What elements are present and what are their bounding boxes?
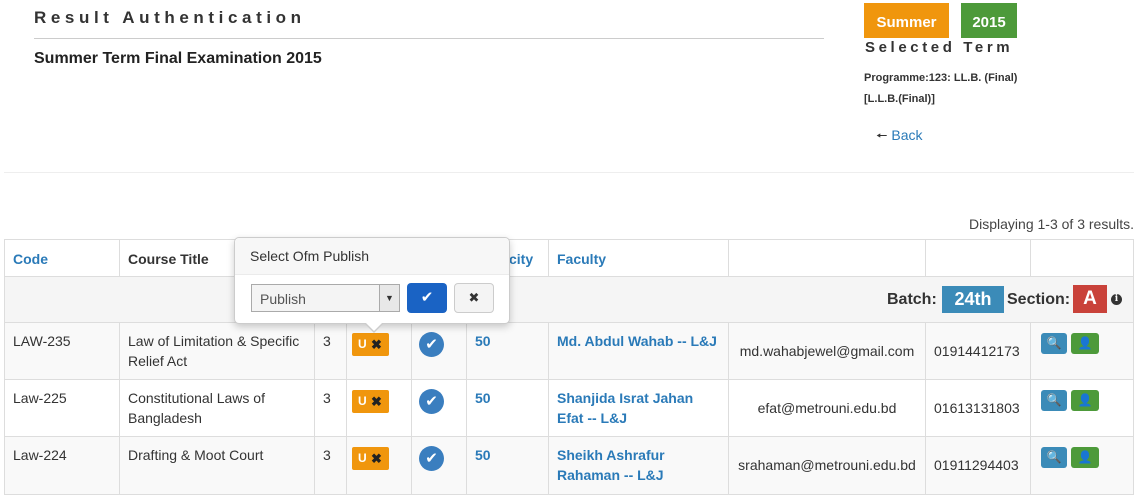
section-divider [4, 172, 1134, 173]
view-faculty-button[interactable]: 👤 [1071, 333, 1099, 354]
title-divider [34, 38, 824, 39]
faculty-link[interactable]: Sheikh Ashrafur Rahaman -- L&J [549, 437, 729, 494]
section-label: Section: [1007, 291, 1071, 308]
user-icon: 👤 [1077, 393, 1093, 407]
search-icon: 🔍 [1046, 450, 1062, 464]
column-header-code[interactable]: Code [5, 240, 120, 277]
check-icon[interactable]: ✔ [419, 389, 444, 414]
unpublished-status-button[interactable]: U ✖ [352, 447, 389, 470]
cancel-publish-button[interactable]: ✖ [454, 283, 494, 313]
faculty-email: srahaman@metrouni.edu.bd [729, 437, 926, 494]
faculty-phone: 01914412173 [926, 323, 1031, 380]
view-faculty-button[interactable]: 👤 [1071, 390, 1099, 411]
close-icon: ✖ [371, 451, 382, 466]
close-icon: ✖ [371, 394, 382, 409]
status-letter: U [358, 394, 367, 408]
table-row: LAW-235 Law of Limitation & Specific Rel… [5, 323, 1133, 380]
column-header-actions [1031, 240, 1133, 277]
results-summary: Displaying 1-3 of 3 results. [969, 216, 1134, 232]
unpublished-status-button[interactable]: U ✖ [352, 390, 389, 413]
popover-arrow-inner [365, 322, 383, 331]
course-capacity: 50 [467, 323, 549, 380]
close-icon: ✖ [468, 290, 480, 305]
close-icon: ✖ [371, 337, 382, 352]
faculty-phone: 01613131803 [926, 380, 1031, 437]
check-icon: ✔ [420, 289, 434, 306]
column-header-email [729, 240, 926, 277]
popover-title: Select Ofm Publish [235, 238, 509, 275]
info-icon[interactable]: i [1111, 294, 1122, 305]
user-icon: 👤 [1077, 450, 1093, 464]
check-icon[interactable]: ✔ [419, 446, 444, 471]
faculty-email: md.wahabjewel@gmail.com [729, 323, 926, 380]
publish-select-value: Publish [260, 291, 306, 307]
column-header-faculty[interactable]: Faculty [549, 240, 729, 277]
programme-info: Programme:123: LL.B. (Final) [L.L.B.(Fin… [864, 68, 1054, 110]
column-header-phone [926, 240, 1031, 277]
course-capacity: 50 [467, 380, 549, 437]
view-details-button[interactable]: 🔍 [1041, 390, 1067, 411]
programme-line: Programme:123: LL.B. (Final) [864, 72, 1018, 84]
course-title: Constitutional Laws of Bangladesh [120, 380, 315, 437]
publish-select[interactable]: Publish ▼ [251, 284, 400, 312]
filter-row: Batch: 24th Section: A i [5, 277, 1133, 323]
unpublished-status-button[interactable]: U ✖ [352, 333, 389, 356]
status-letter: U [358, 451, 367, 465]
user-icon: 👤 [1077, 336, 1093, 350]
table-row: Law-225 Constitutional Laws of Banglades… [5, 380, 1133, 437]
term-season-badge: Summer [864, 3, 949, 38]
arrow-left-icon: 🠔 [876, 128, 888, 143]
course-grid: Code Course Title city Faculty Batch: 24… [4, 239, 1134, 495]
faculty-link[interactable]: Shanjida Israt Jahan Efat -- L&J [549, 380, 729, 437]
course-title: Law of Limitation & Specific Relief Act [120, 323, 315, 380]
check-icon[interactable]: ✔ [419, 332, 444, 357]
search-icon: 🔍 [1046, 336, 1062, 350]
programme-code-line: [L.L.B.(Final)] [864, 93, 935, 105]
search-icon: 🔍 [1046, 393, 1062, 407]
confirm-publish-button[interactable]: ✔ [407, 283, 447, 313]
course-credit: 3 [315, 380, 347, 437]
table-row: Law-224 Drafting & Moot Court 3 50 Sheik… [5, 437, 1133, 494]
faculty-email: efat@metrouni.edu.bd [729, 380, 926, 437]
course-credit: 3 [315, 323, 347, 380]
view-details-button[interactable]: 🔍 [1041, 333, 1067, 354]
page-title: Result Authentication [34, 8, 306, 27]
course-credit: 3 [315, 437, 347, 494]
term-year-badge: 2015 [961, 3, 1017, 38]
chevron-down-icon: ▼ [379, 285, 399, 311]
batch-badge: 24th [942, 286, 1004, 313]
course-capacity: 50 [467, 437, 549, 494]
exam-subtitle: Summer Term Final Examination 2015 [34, 50, 322, 67]
faculty-link[interactable]: Md. Abdul Wahab -- L&J [549, 323, 729, 380]
course-title: Drafting & Moot Court [120, 437, 315, 494]
view-faculty-button[interactable]: 👤 [1071, 447, 1099, 468]
course-code: Law-224 [5, 437, 120, 494]
back-link[interactable]: 🠔 Back [876, 127, 923, 149]
course-code: LAW-235 [5, 323, 120, 380]
back-link-label: Back [891, 127, 923, 143]
publish-popover: Select Ofm Publish Publish ▼ ✔ ✖ [234, 237, 510, 324]
faculty-phone: 01911294403 [926, 437, 1031, 494]
view-details-button[interactable]: 🔍 [1041, 447, 1067, 468]
course-code: Law-225 [5, 380, 120, 437]
selected-term-label: Selected Term [865, 39, 1014, 56]
batch-label: Batch: [887, 291, 937, 308]
status-letter: U [358, 337, 367, 351]
section-badge: A [1073, 285, 1107, 313]
